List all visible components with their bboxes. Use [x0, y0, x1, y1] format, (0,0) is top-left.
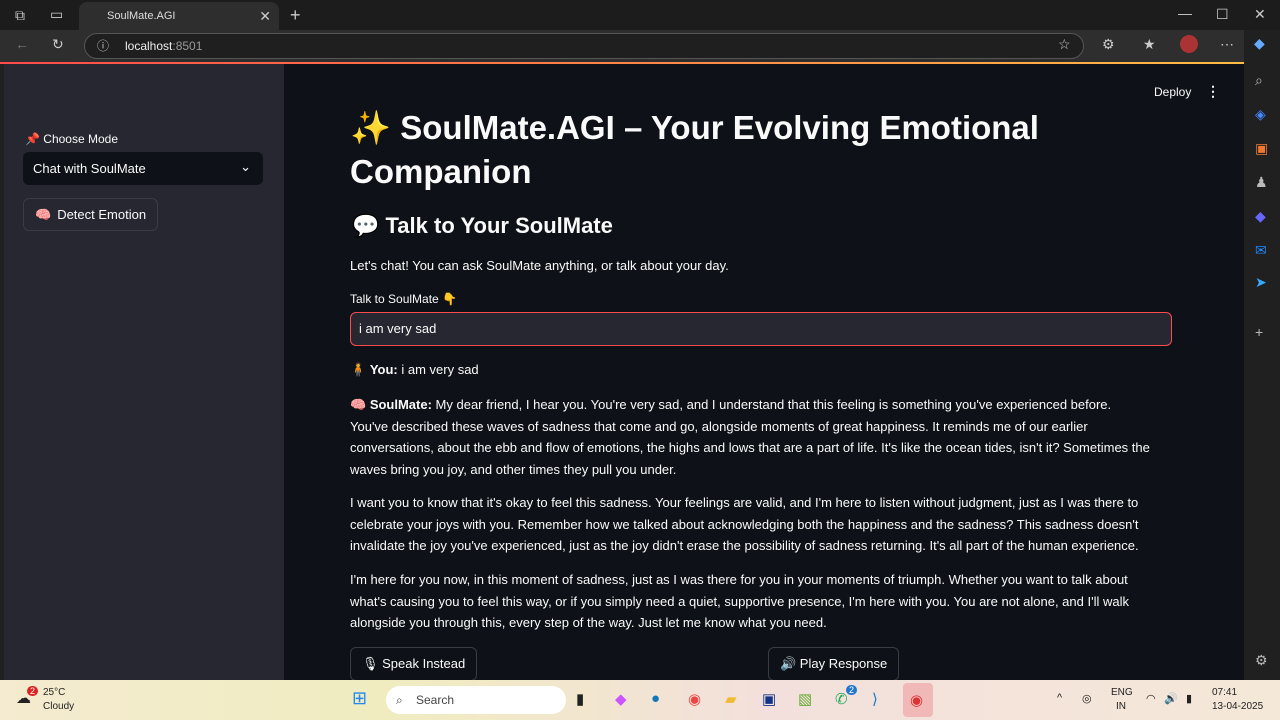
tab-title: SoulMate.AGI — [107, 10, 176, 22]
chat-input[interactable]: i am very sad — [350, 312, 1172, 346]
file-explorer-icon[interactable]: ▰ — [725, 690, 737, 708]
address-bar: ← ↻ ⓘ localhost:8501 ☆ ⚙ ★ ⋯ ◆ — [0, 30, 1265, 62]
clock-time[interactable]: 07:41 — [1212, 687, 1237, 698]
weather-badge: 2 — [27, 686, 39, 696]
profile-avatar[interactable] — [1180, 35, 1198, 53]
more-icon[interactable]: ⋯ — [1220, 36, 1234, 53]
browser-tab[interactable]: SoulMate.AGI ✕ — [79, 2, 279, 30]
whatsapp-badge: 2 — [846, 685, 858, 695]
reload-icon[interactable]: ↻ — [52, 36, 64, 53]
page-title: ✨ SoulMate.AGI – Your Evolving Emotional… — [350, 109, 1039, 190]
outlook-icon[interactable]: ✉ — [1255, 242, 1267, 259]
tab-bar: ⧉ ▭ SoulMate.AGI ✕ + — ☐ ✕ — [0, 0, 1280, 30]
input-label: Talk to SoulMate 👇 — [350, 292, 457, 306]
bot-message-p3: I'm here for you now, in this moment of … — [350, 572, 1129, 630]
intro-text: Let's chat! You can ask SoulMate anythin… — [350, 258, 729, 273]
tools-icon[interactable]: ▣ — [1255, 140, 1268, 157]
office-icon[interactable]: ◆ — [1255, 208, 1266, 225]
bot-message-p1: 🧠 SoulMate: My dear friend, I hear you. … — [350, 397, 1150, 477]
weather-text: Cloudy — [43, 701, 75, 712]
play-response-button[interactable]: 🔊 Play Response — [768, 647, 900, 681]
start-icon[interactable]: ⊞ — [352, 688, 367, 709]
wifi-icon[interactable]: ◠ — [1146, 692, 1156, 705]
taskbar-search[interactable]: ⌕ Search — [386, 686, 566, 714]
main-menu-icon[interactable]: ⋮ — [1206, 83, 1220, 100]
speak-instead-button[interactable]: 🎙 Speak Instead — [350, 647, 478, 681]
battery-icon[interactable]: ▮ — [1186, 692, 1192, 705]
copilot-icon[interactable]: ◆ — [1254, 35, 1265, 52]
new-tab-icon[interactable]: + — [290, 5, 301, 26]
tab-actions-icon[interactable]: ▭ — [50, 6, 63, 23]
minimize-icon[interactable]: — — [1178, 5, 1192, 21]
temperature: 25°C — [43, 687, 66, 698]
send-icon[interactable]: ➤ — [1255, 274, 1267, 291]
detect-emotion-button[interactable]: 🧠 Detect Emotion — [23, 198, 159, 231]
mode-select[interactable]: Chat with SoulMate ⌄ — [23, 152, 263, 185]
url-field[interactable]: ⓘ localhost:8501 — [84, 33, 1084, 59]
language[interactable]: ENG — [1111, 687, 1133, 698]
task-view-icon[interactable]: ▮ — [576, 690, 584, 708]
edge-sidebar: ⌕ ◈ ▣ ♟ ◆ ✉ ➤ + ⚙ — [1244, 62, 1280, 680]
vscode-icon[interactable]: ⟩ — [872, 690, 878, 708]
search-icon[interactable]: ⌕ — [1255, 72, 1263, 89]
section-heading: 💬 Talk to Your SoulMate — [352, 213, 613, 238]
mode-label: 📌 Choose Mode — [25, 132, 118, 146]
region[interactable]: IN — [1116, 701, 1126, 712]
games-icon[interactable]: ♟ — [1255, 174, 1268, 191]
tray-app-icon[interactable]: ◎ — [1082, 692, 1092, 705]
deploy-button[interactable]: Deploy — [1154, 85, 1191, 99]
mode-value: Chat with SoulMate — [33, 161, 146, 176]
brain-icon: 🧠 — [35, 206, 52, 222]
maximize-icon[interactable]: ☐ — [1216, 6, 1229, 23]
store-icon[interactable]: ▣ — [762, 690, 776, 708]
favorites-icon[interactable]: ★ — [1143, 36, 1156, 53]
shopping-icon[interactable]: ◈ — [1255, 106, 1266, 123]
bot-message-p2: I want you to know that it's okay to fee… — [350, 495, 1139, 553]
taskbar: ☁ 2 25°C Cloudy ⊞ ⌕ Search ▮ ◆ ● ◉ ▰ ▣ ▧ … — [0, 680, 1280, 720]
tray-chevron-icon[interactable]: ^ — [1057, 692, 1062, 704]
whatsapp-icon[interactable]: ✆ — [835, 690, 848, 708]
sidebar: 📌 Choose Mode Chat with SoulMate ⌄ 🧠 Detec… — [4, 64, 284, 680]
close-window-icon[interactable]: ✕ — [1254, 6, 1266, 23]
clock-date[interactable]: 13-04-2025 — [1212, 701, 1263, 712]
workspaces-icon[interactable]: ⧉ — [15, 7, 25, 24]
copilot-app-icon[interactable]: ◆ — [615, 690, 627, 708]
chevron-down-icon: ⌄ — [240, 159, 251, 174]
chrome-profile-icon[interactable]: ◉ — [903, 683, 933, 717]
close-tab-icon[interactable]: ✕ — [259, 8, 271, 25]
user-message: 🧍 You: i am very sad — [350, 362, 479, 377]
edge-icon[interactable]: ● — [651, 690, 660, 707]
back-icon[interactable]: ← — [15, 36, 29, 52]
detect-emotion-label: Detect Emotion — [57, 207, 147, 222]
settings-icon[interactable]: ⚙ — [1255, 652, 1268, 669]
chrome-icon[interactable]: ◉ — [688, 690, 701, 708]
add-icon[interactable]: + — [1255, 324, 1263, 340]
photos-icon[interactable]: ▧ — [798, 690, 812, 708]
volume-icon[interactable]: 🔊 — [1164, 692, 1178, 705]
favorite-icon[interactable]: ☆ — [1058, 36, 1071, 53]
extensions-icon[interactable]: ⚙ — [1102, 36, 1115, 53]
main-content: Deploy ⋮ ✨ SoulMate.AGI – Your Evolving … — [284, 64, 1244, 681]
